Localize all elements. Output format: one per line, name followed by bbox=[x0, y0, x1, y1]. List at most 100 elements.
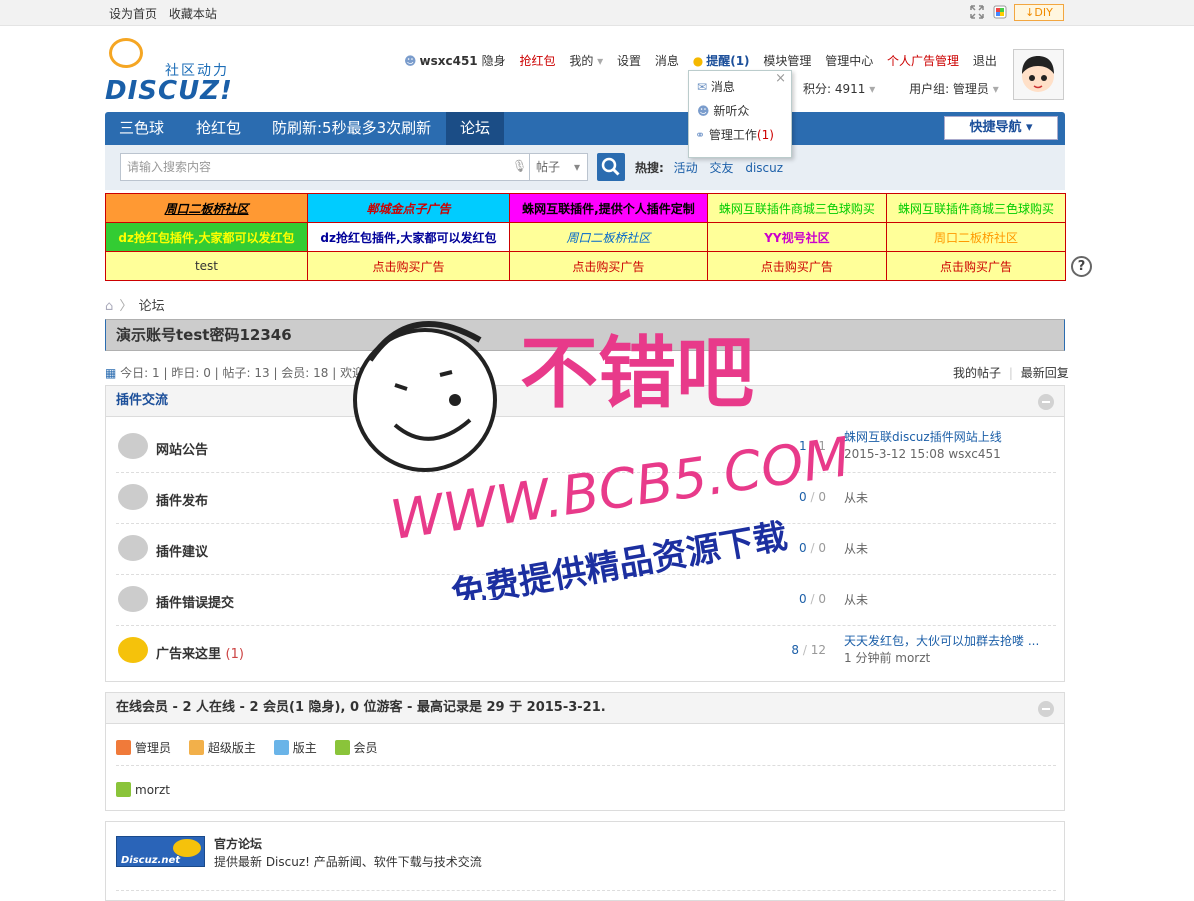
logout-link[interactable]: 退出 bbox=[973, 54, 997, 68]
module-admin-link[interactable]: 模块管理 bbox=[763, 54, 811, 68]
online-user[interactable]: morzt bbox=[116, 782, 170, 797]
ad-cell[interactable]: 郸城金点子广告 bbox=[306, 193, 510, 223]
ad-cell[interactable]: 蛛网互联插件商城三色球购买 bbox=[885, 193, 1067, 223]
personal-ads-link[interactable]: 个人广告管理 bbox=[887, 54, 959, 68]
mine-menu[interactable]: 我的 ▾ bbox=[569, 54, 603, 68]
username-link[interactable]: wsxc451 bbox=[420, 54, 478, 68]
search-icon bbox=[601, 157, 620, 176]
ad-cell[interactable]: 点击购买广告 bbox=[306, 251, 510, 281]
ad-cell[interactable]: 蛛网互联插件商城三色球购买 bbox=[706, 193, 887, 223]
microphone-icon[interactable]: 🎙 bbox=[512, 159, 527, 173]
messages-link[interactable]: 消息 bbox=[655, 54, 679, 68]
nav-item-red-packet[interactable]: 抢红包 bbox=[182, 112, 255, 145]
last-post-meta: 从未 bbox=[844, 491, 869, 505]
forum-bubble-icon[interactable] bbox=[118, 637, 148, 663]
popup-item-followers[interactable]: ☻ 新听众 bbox=[697, 101, 749, 121]
collapse-icon[interactable] bbox=[1038, 394, 1054, 410]
hot-search-link[interactable]: discuz bbox=[745, 161, 783, 175]
forum-bubble-icon[interactable] bbox=[118, 586, 148, 612]
avatar[interactable] bbox=[1013, 49, 1064, 100]
my-posts-link[interactable]: 我的帖子 bbox=[953, 366, 1001, 380]
discuz-net-logo[interactable]: Discuz.net bbox=[116, 836, 205, 867]
popup-item-admin-work[interactable]: ⚭ 管理工作(1) bbox=[695, 125, 774, 145]
divider bbox=[116, 890, 1056, 891]
forum-name[interactable]: 插件错误提交 bbox=[156, 592, 234, 611]
invisible-toggle[interactable]: 隐身 bbox=[482, 54, 506, 68]
forum-name[interactable]: 插件建议 bbox=[156, 541, 208, 560]
online-username: morzt bbox=[135, 783, 170, 797]
usergroup-label: 用户组: 管理员 bbox=[909, 82, 989, 96]
hot-search-link[interactable]: 活动 bbox=[674, 161, 698, 175]
usergroup-menu[interactable]: 用户组: 管理员 ▾ bbox=[909, 82, 999, 96]
last-post-link[interactable]: 天天发红包，大伙可以加群去抢喽 ... bbox=[844, 633, 1039, 650]
forum-counts: 1 / 1 bbox=[799, 439, 826, 453]
ad-cell[interactable]: YY视号社区 bbox=[706, 222, 887, 252]
forum-last-post: 天天发红包，大伙可以加群去抢喽 ... 1 分钟前 morzt bbox=[844, 633, 1039, 667]
mine-label: 我的 bbox=[569, 54, 594, 68]
breadcrumb: ⌂ 〉 论坛 bbox=[105, 295, 165, 314]
admin-center-link[interactable]: 管理中心 bbox=[825, 54, 873, 68]
forum-name[interactable]: 网站公告 bbox=[156, 439, 208, 458]
forum-name[interactable]: 插件发布 bbox=[156, 490, 208, 509]
forum-last-post: 从未 bbox=[844, 582, 868, 609]
ad-cell[interactable]: 周口二板桥社区 bbox=[508, 222, 708, 252]
quick-nav-button[interactable]: 快捷导航 ▾ bbox=[944, 116, 1058, 140]
popup-item-messages[interactable]: ✉ 消息 bbox=[697, 77, 735, 97]
settings-link[interactable]: 设置 bbox=[617, 54, 641, 68]
ad-cell[interactable]: test bbox=[105, 251, 308, 281]
help-icon[interactable]: ? bbox=[1071, 256, 1092, 277]
forum-stats-text: 今日: 1 | 昨日: 0 | 帖子: 13 | 会员: 18 | 欢迎新会员:… bbox=[120, 366, 443, 380]
collapse-icon[interactable] bbox=[1038, 701, 1054, 717]
logo-wordmark: DISCUZ! bbox=[105, 76, 233, 106]
search-input[interactable]: 请输入搜索内容 bbox=[120, 153, 530, 181]
ad-cell[interactable]: dz抢红包插件,大家都可以发红包 bbox=[105, 222, 308, 252]
nav-item-anti-refresh[interactable]: 防刷新:5秒最多3次刷新 bbox=[258, 112, 445, 145]
points-label: 积分: 4911 bbox=[803, 82, 866, 96]
ad-cell[interactable]: dz抢红包插件,大家都可以发红包 bbox=[306, 222, 510, 252]
ad-cell[interactable]: 蛛网互联插件,提供个人插件定制 bbox=[508, 193, 708, 223]
diy-button[interactable]: ↓DIY bbox=[1014, 4, 1064, 21]
forum-bubble-icon[interactable] bbox=[118, 535, 148, 561]
reminder-link[interactable]: 提醒(1) bbox=[706, 54, 749, 68]
super-moderator-icon bbox=[188, 740, 204, 755]
bookmark-link[interactable]: 收藏本站 bbox=[169, 7, 217, 21]
last-post-meta: 1 分钟前 morzt bbox=[844, 651, 931, 665]
forum-category: 插件交流 网站公告 1 / 1 蛛网互联discuz插件网站上线 2015-3-12… bbox=[105, 385, 1065, 682]
search-type-select[interactable]: 帖子 ▾ bbox=[530, 153, 588, 181]
fullscreen-icon[interactable] bbox=[970, 5, 984, 19]
points-menu[interactable]: 积分: 4911 ▾ bbox=[803, 82, 875, 96]
home-icon[interactable]: ⌂ bbox=[105, 299, 113, 314]
forum-last-post: 从未 bbox=[844, 480, 868, 507]
link-title[interactable]: 官方论坛 bbox=[214, 835, 262, 852]
latest-reply-link[interactable]: 最新回复 bbox=[1021, 366, 1069, 380]
close-icon[interactable]: × bbox=[775, 71, 786, 86]
member-icon bbox=[334, 740, 350, 755]
forum-bubble-icon[interactable] bbox=[118, 433, 148, 459]
hot-search-link[interactable]: 交友 bbox=[709, 161, 733, 175]
ad-cell[interactable]: 点击购买广告 bbox=[706, 251, 887, 281]
forum-row: 插件发布 0 / 0 从未 bbox=[116, 474, 1056, 524]
online-title[interactable]: 在线会员 - 2 人在线 - 2 会员(1 隐身), 0 位游客 - 最高记录是… bbox=[116, 700, 606, 715]
red-packet-link[interactable]: 抢红包 bbox=[520, 54, 556, 68]
divider bbox=[116, 765, 1056, 766]
ad-cell[interactable]: 点击购买广告 bbox=[508, 251, 708, 281]
search-button[interactable] bbox=[597, 153, 625, 181]
forum-bubble-icon[interactable] bbox=[118, 484, 148, 510]
ad-cell[interactable]: 点击购买广告 bbox=[885, 251, 1067, 281]
last-post-meta: 从未 bbox=[844, 542, 869, 556]
forum-name[interactable]: 广告来这里 (1) bbox=[156, 643, 244, 662]
breadcrumb-current[interactable]: 论坛 bbox=[139, 299, 165, 314]
ad-cell[interactable]: 周口二板桥社区 bbox=[885, 222, 1067, 252]
set-home-link[interactable]: 设为首页 bbox=[109, 7, 157, 21]
legend-member: 会员 bbox=[334, 740, 378, 755]
legend-label: 会员 bbox=[353, 741, 378, 755]
nav-item-sanseqiu[interactable]: 三色球 bbox=[105, 112, 178, 145]
last-post-link[interactable]: 蛛网互联discuz插件网站上线 bbox=[844, 429, 1002, 446]
legend-mod: 版主 bbox=[273, 740, 317, 755]
category-title[interactable]: 插件交流 bbox=[116, 393, 168, 408]
site-logo[interactable]: 社区动力 DISCUZ! bbox=[105, 38, 245, 106]
color-palette-icon[interactable] bbox=[993, 5, 1007, 19]
ad-cell[interactable]: 周口二板桥社区 bbox=[105, 193, 308, 223]
main-nav: 三色球 抢红包 防刷新:5秒最多3次刷新 论坛 bbox=[105, 112, 1065, 145]
nav-item-forum[interactable]: 论坛 bbox=[446, 112, 505, 145]
